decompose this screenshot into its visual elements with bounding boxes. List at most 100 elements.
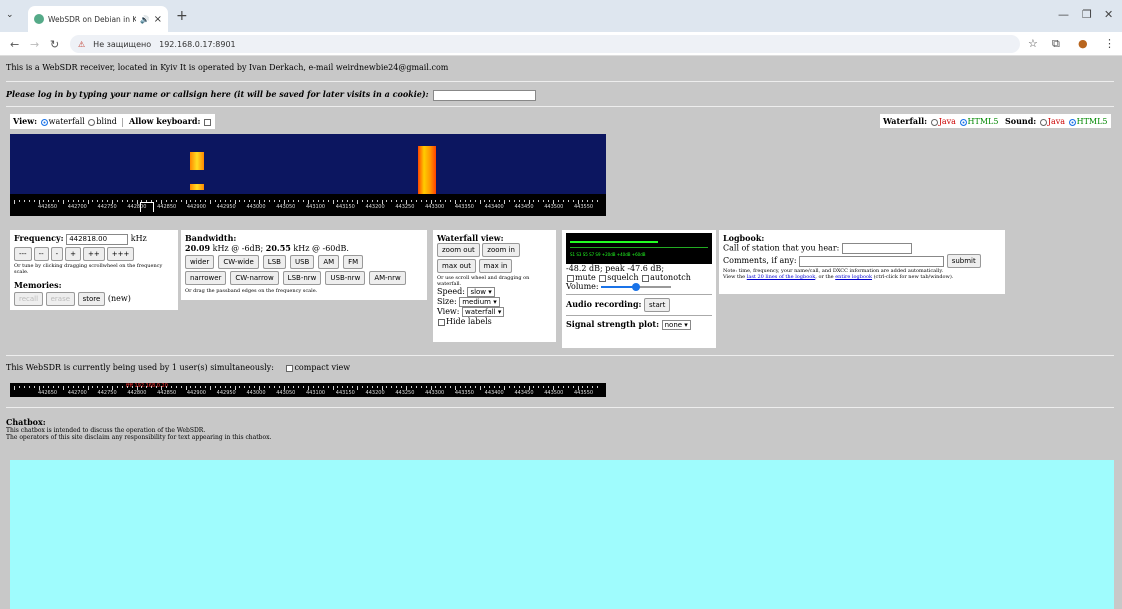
mode-button-wider[interactable]: wider — [185, 255, 215, 269]
sound-java-radio[interactable] — [1039, 118, 1047, 126]
forward-icon[interactable]: → — [30, 38, 39, 51]
mode-button-am-nrw[interactable]: AM-nrw — [369, 271, 406, 285]
step-button[interactable]: ++ — [83, 246, 105, 261]
browser-tabstrip: ⌄ WebSDR on Debian in Kyiv 🔊 × + — ❐ ✕ — [0, 0, 1122, 32]
bookmark-star-icon[interactable]: ☆ — [1028, 37, 1038, 50]
hide-labels-checkbox[interactable] — [438, 318, 445, 326]
store-button[interactable]: store — [77, 291, 106, 306]
view-blind-radio[interactable] — [88, 118, 96, 126]
signal-trace — [190, 152, 204, 170]
mode-button-narrower[interactable]: narrower — [185, 271, 227, 285]
step-button[interactable]: +++ — [106, 246, 135, 261]
back-icon[interactable]: ← — [10, 38, 19, 51]
close-tab-icon[interactable]: × — [154, 14, 162, 25]
frequency-tick-label: 443100 — [306, 204, 326, 210]
frequency-scale[interactable]: 442650 442700 442750 442800 442850 442900 4429… — [10, 194, 606, 216]
scale-tick — [430, 386, 432, 390]
frequency-unit: kHz — [130, 234, 147, 243]
plot-select[interactable]: none ▾ — [661, 320, 691, 330]
step-button[interactable]: -- — [33, 246, 49, 261]
passband-marker[interactable] — [140, 202, 154, 212]
scale-tick — [406, 386, 407, 390]
mode-button-cw-wide[interactable]: CW-wide — [218, 255, 259, 269]
scale-tick — [283, 386, 285, 390]
waterfall-html5-radio[interactable] — [959, 118, 967, 126]
close-window-icon[interactable]: ✕ — [1104, 8, 1113, 21]
view-waterfall-radio[interactable] — [40, 118, 48, 126]
volume-slider[interactable] — [601, 283, 672, 291]
size-label: Size: — [437, 297, 457, 306]
scale-tick — [415, 200, 417, 202]
url-field[interactable]: ⚠ Не защищено 192.168.0.17:8901 — [70, 35, 1020, 53]
profile-avatar-icon[interactable]: ● — [1078, 37, 1088, 50]
erase-button[interactable]: erase — [45, 291, 76, 306]
mode-button-lsb-nrw[interactable]: LSB-nrw — [282, 271, 322, 285]
mode-button-usb-nrw[interactable]: USB-nrw — [325, 271, 366, 285]
waterfall-display[interactable]: 442650 442700 442750 442800 442850 442900 4429… — [10, 134, 606, 216]
recall-button[interactable]: recall — [14, 291, 44, 306]
waterfall-java-radio[interactable] — [930, 118, 938, 126]
tab-list-chevron-icon[interactable]: ⌄ — [6, 10, 14, 20]
comments-input[interactable] — [799, 255, 945, 267]
mode-button-am[interactable]: AM — [318, 255, 340, 269]
scale-tick — [518, 200, 520, 202]
mute-checkbox[interactable] — [567, 274, 574, 282]
scale-tick — [322, 386, 324, 388]
scale-tick — [273, 386, 275, 388]
scale-tick — [553, 386, 554, 390]
entire-logbook-link[interactable]: entire logbook — [835, 274, 872, 280]
scale-tick — [494, 386, 496, 388]
zoom-out-button[interactable]: zoom out — [437, 243, 480, 257]
mode-button-usb[interactable]: USB — [289, 255, 315, 269]
step-button[interactable]: - — [50, 246, 64, 261]
menu-kebab-icon[interactable]: ⋮ — [1104, 37, 1115, 50]
frequency-input[interactable] — [66, 233, 129, 245]
scale-tick — [28, 386, 30, 388]
chatbox-area[interactable] — [10, 460, 1114, 609]
callsign-input[interactable] — [433, 89, 537, 101]
mode-button-lsb[interactable]: LSB — [262, 255, 286, 269]
zoom-in-button[interactable]: zoom in — [482, 243, 520, 257]
squelch-checkbox[interactable] — [599, 274, 607, 282]
call-input[interactable] — [841, 243, 912, 254]
scale-tick — [63, 200, 64, 204]
browser-tab[interactable]: WebSDR on Debian in Kyiv 🔊 × — [28, 6, 168, 32]
signal-trace — [190, 184, 204, 190]
user-frequency-scale[interactable]: ffff 192.168.0.20 4426504427004427504428… — [10, 383, 606, 397]
submit-button[interactable]: submit — [946, 254, 981, 268]
maximize-icon[interactable]: ❐ — [1082, 8, 1092, 21]
mode-button-fm[interactable]: FM — [343, 255, 364, 269]
extensions-icon[interactable]: ⧉ — [1052, 37, 1060, 51]
new-tab-icon[interactable]: + — [176, 8, 188, 24]
speaker-icon[interactable]: 🔊 — [140, 15, 149, 24]
view-select[interactable]: waterfall ▾ — [462, 307, 505, 317]
step-button[interactable]: --- — [14, 246, 32, 261]
scale-tick — [582, 200, 584, 202]
scale-tick — [18, 200, 20, 202]
scale-tick — [557, 386, 559, 388]
signal-trace — [418, 146, 436, 194]
autonotch-checkbox[interactable] — [642, 274, 650, 282]
max-in-button[interactable]: max in — [478, 259, 513, 273]
last-20-lines-link[interactable]: last 20 lines of the logbook — [747, 274, 816, 280]
scale-tick — [121, 200, 123, 202]
max-out-button[interactable]: max out — [437, 259, 476, 273]
scale-tick — [112, 200, 113, 204]
scale-tick — [175, 200, 177, 202]
insecure-icon[interactable]: ⚠ — [78, 40, 85, 49]
sound-html5-radio[interactable] — [1068, 118, 1076, 126]
scale-tick — [435, 200, 437, 202]
allow-keyboard-checkbox[interactable] — [204, 118, 211, 126]
step-button[interactable]: + — [65, 246, 82, 261]
frequency-tick-label: 442850 — [157, 204, 177, 210]
record-start-button[interactable]: start — [644, 298, 671, 312]
mode-button-cw-narrow[interactable]: CW-narrow — [230, 271, 279, 285]
size-select[interactable]: medium ▾ — [459, 297, 500, 307]
minimize-icon[interactable]: — — [1058, 8, 1069, 21]
reload-icon[interactable]: ↻ — [50, 38, 59, 51]
speed-select[interactable]: slow ▾ — [467, 287, 495, 297]
frequency-tick-label: 443200 — [365, 390, 385, 396]
scale-tick — [67, 386, 69, 388]
scale-tick — [567, 386, 569, 388]
compact-view-checkbox[interactable] — [286, 364, 294, 372]
